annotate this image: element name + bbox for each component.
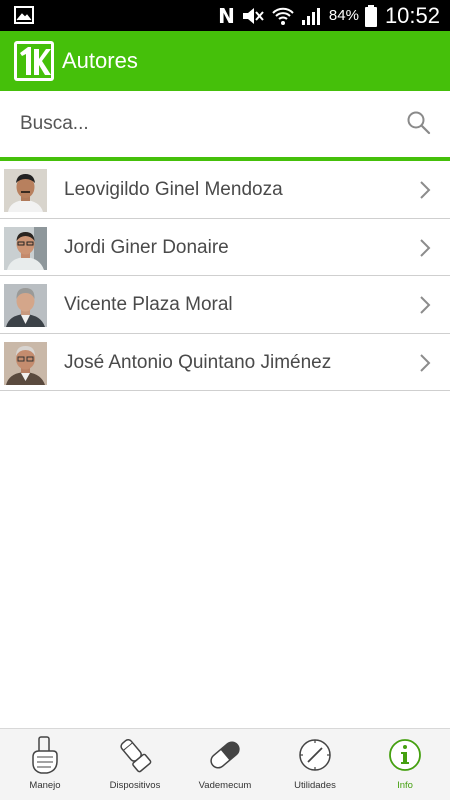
search-input[interactable] (20, 109, 380, 139)
tab-manejo[interactable]: Manejo (0, 729, 90, 800)
wifi-icon (272, 7, 294, 25)
nav-label: Info (397, 780, 413, 791)
status-bar: N 84% 10:52 (0, 0, 450, 31)
battery-percent: 84% (328, 7, 359, 24)
app-bar: Autores (0, 31, 450, 91)
page-title: Autores (62, 48, 138, 73)
author-row[interactable]: Leovigildo Ginel Mendoza (0, 161, 450, 219)
pill-icon (210, 741, 240, 769)
nav-label: Manejo (29, 780, 61, 791)
signal-icon (301, 7, 320, 25)
author-photo (4, 341, 47, 385)
author-photo (4, 226, 47, 270)
app-logo-icon[interactable] (14, 41, 54, 81)
bottom-nav: Manejo Dispositivos Vademecum Utilidades… (0, 728, 450, 800)
author-list: Leovigildo Ginel Mendoza Jordi Giner Don… (0, 161, 450, 391)
search-icon[interactable] (406, 110, 432, 136)
author-photo (4, 169, 47, 212)
search-bar (0, 91, 450, 157)
author-name: Jordi Giner Donaire (64, 236, 229, 258)
tab-vademecum[interactable]: Vademecum (180, 729, 270, 800)
tab-info[interactable]: Info (360, 729, 450, 800)
gallery-notification-icon (14, 6, 34, 24)
author-row[interactable]: José Antonio Quintano Jiménez (0, 333, 450, 391)
nav-label: Vademecum (198, 780, 252, 791)
tab-utilidades[interactable]: Utilidades (270, 729, 360, 800)
nav-label: Utilidades (294, 780, 336, 791)
chevron-right-icon (420, 296, 431, 314)
mute-icon (242, 7, 264, 24)
author-row[interactable]: Vicente Plaza Moral (0, 276, 450, 334)
chevron-right-icon (420, 181, 431, 199)
compass-icon (299, 739, 331, 771)
tab-dispositivos[interactable]: Dispositivos (90, 729, 180, 800)
nav-label: Dispositivos (109, 780, 161, 791)
nfc-icon: N (218, 3, 235, 28)
inhaler-device-icon (120, 739, 152, 773)
info-icon (389, 739, 421, 771)
clock: 10:52 (384, 2, 440, 28)
author-name: Leovigildo Ginel Mendoza (64, 179, 283, 200)
chevron-right-icon (420, 238, 431, 257)
chevron-right-icon (420, 353, 431, 372)
author-name: José Antonio Quintano Jiménez (64, 351, 332, 373)
author-name: Vicente Plaza Moral (64, 294, 233, 315)
inhaler-hand-icon (32, 736, 58, 774)
battery-icon (364, 4, 377, 27)
author-row[interactable]: Jordi Giner Donaire (0, 218, 450, 276)
author-photo (4, 284, 47, 327)
